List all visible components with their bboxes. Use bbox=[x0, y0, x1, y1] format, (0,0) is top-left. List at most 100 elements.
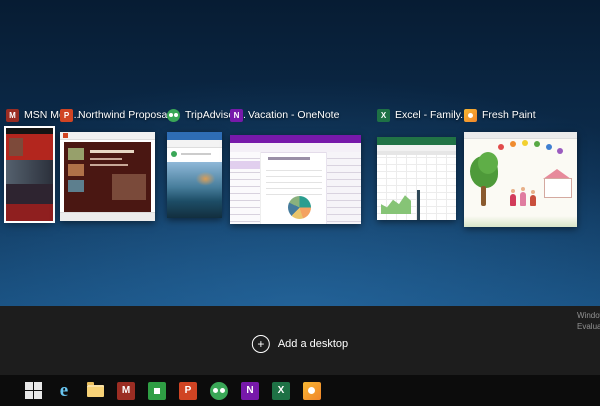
store-taskbar-icon[interactable] bbox=[146, 380, 168, 402]
icon-letter: X bbox=[381, 111, 386, 120]
onenote-taskbar-icon[interactable]: N bbox=[239, 380, 261, 402]
art-shape bbox=[90, 164, 128, 166]
excel-taskbar-icon[interactable]: X bbox=[270, 380, 292, 402]
window-thumbnail-excel[interactable] bbox=[377, 137, 456, 220]
fresh-paint-icon bbox=[464, 109, 477, 122]
tripadvisor-owl-icon bbox=[210, 382, 228, 400]
desktop-strip: + Add a desktop Windows Technical Previe… bbox=[0, 306, 600, 375]
icon-letter: P bbox=[64, 111, 69, 120]
window-label: P Northwind Proposa... bbox=[60, 108, 176, 122]
window-label: N Vacation - OneNote bbox=[230, 108, 361, 122]
art-shape bbox=[557, 148, 563, 154]
art-shape bbox=[68, 148, 84, 160]
watermark-line-1: Windows Technical Preview bbox=[577, 310, 600, 321]
art-shape bbox=[181, 153, 211, 155]
art-shape bbox=[171, 151, 177, 157]
art-shape bbox=[546, 144, 552, 150]
msn-money-tile-icon: M bbox=[117, 382, 135, 400]
art-shape bbox=[481, 186, 486, 206]
ie-icon: e bbox=[60, 381, 68, 400]
art-shape bbox=[9, 138, 23, 156]
add-desktop-label: Add a desktop bbox=[278, 338, 348, 350]
watermark: Windows Technical Preview Evaluation cop… bbox=[577, 310, 600, 332]
art-shape bbox=[510, 141, 516, 147]
art-shape bbox=[230, 161, 260, 169]
start-button[interactable] bbox=[22, 380, 44, 402]
window-title: Northwind Proposa... bbox=[78, 109, 176, 121]
file-explorer-taskbar-icon[interactable] bbox=[84, 380, 106, 402]
window-thumbnail-tripadvisor[interactable] bbox=[167, 132, 222, 218]
art-shape bbox=[522, 140, 528, 146]
plus-icon: + bbox=[252, 335, 270, 353]
window-label: X Excel - Family... bbox=[377, 108, 469, 122]
pie-chart-art bbox=[288, 196, 311, 219]
art-shape bbox=[112, 174, 146, 200]
add-desktop-button[interactable]: + Add a desktop bbox=[252, 335, 348, 353]
tripadvisor-icon bbox=[167, 109, 180, 122]
art-shape bbox=[417, 198, 420, 212]
art-shape bbox=[268, 157, 310, 160]
art-shape bbox=[377, 137, 456, 145]
window-thumbnail-msn-money[interactable] bbox=[6, 128, 53, 221]
art-shape bbox=[230, 135, 361, 143]
icon-letter: M bbox=[9, 111, 16, 120]
powerpoint-taskbar-icon[interactable]: P bbox=[177, 380, 199, 402]
window-thumbnail-onenote[interactable] bbox=[230, 135, 361, 224]
msn-money-icon: M bbox=[6, 109, 19, 122]
taskbar: e M P N X bbox=[0, 375, 600, 406]
art-shape bbox=[90, 158, 122, 160]
window-title: Fresh Paint bbox=[482, 109, 536, 121]
fresh-paint-palette-icon bbox=[303, 382, 321, 400]
art-shape bbox=[464, 132, 577, 139]
window-title: Vacation - OneNote bbox=[248, 109, 339, 121]
excel-icon: X bbox=[377, 109, 390, 122]
folder-icon bbox=[87, 385, 104, 397]
powerpoint-tile-icon: P bbox=[179, 382, 197, 400]
art-shape bbox=[60, 212, 155, 221]
house-art bbox=[544, 178, 572, 198]
onenote-tile-icon: N bbox=[241, 382, 259, 400]
art-shape bbox=[6, 204, 53, 221]
art-shape bbox=[68, 180, 84, 192]
art-shape bbox=[534, 141, 540, 147]
art-shape bbox=[63, 133, 68, 138]
fresh-paint-taskbar-icon[interactable] bbox=[301, 380, 323, 402]
task-view-window-excel: X Excel - Family... bbox=[377, 108, 469, 220]
window-label: Fresh Paint bbox=[464, 108, 577, 122]
store-icon bbox=[148, 382, 166, 400]
art-shape bbox=[90, 150, 134, 153]
internet-explorer-taskbar-icon[interactable]: e bbox=[53, 380, 75, 402]
figure-art bbox=[520, 192, 526, 206]
task-view-screen: M MSN Mon... P Northwind Proposa... bbox=[0, 0, 600, 406]
onenote-icon: N bbox=[230, 109, 243, 122]
art-shape bbox=[167, 162, 222, 218]
powerpoint-icon: P bbox=[60, 109, 73, 122]
art-shape bbox=[326, 152, 361, 224]
task-view-window-fresh-paint: Fresh Paint bbox=[464, 108, 577, 227]
watermark-line-2: Evaluation copy bbox=[577, 321, 600, 332]
tripadvisor-taskbar-icon[interactable] bbox=[208, 380, 230, 402]
art-shape bbox=[6, 160, 53, 184]
task-view-window-onenote: N Vacation - OneNote bbox=[230, 108, 361, 224]
bar-chart-art bbox=[417, 190, 451, 214]
windows-logo-icon bbox=[25, 382, 42, 399]
art-shape bbox=[417, 190, 420, 198]
art-shape bbox=[60, 132, 155, 140]
msn-money-taskbar-icon[interactable]: M bbox=[115, 380, 137, 402]
figure-art bbox=[510, 194, 516, 206]
window-thumbnail-fresh-paint[interactable] bbox=[464, 132, 577, 227]
window-title: Excel - Family... bbox=[395, 109, 469, 121]
figure-art bbox=[530, 195, 536, 206]
art-shape bbox=[498, 144, 504, 150]
art-shape bbox=[167, 140, 222, 148]
excel-tile-icon: X bbox=[272, 382, 290, 400]
art-shape bbox=[266, 165, 322, 199]
art-shape bbox=[6, 184, 53, 204]
art-shape bbox=[417, 212, 420, 220]
art-shape bbox=[464, 216, 577, 227]
icon-letter: N bbox=[234, 111, 240, 120]
art-shape bbox=[478, 152, 498, 174]
task-view-window-powerpoint: P Northwind Proposa... bbox=[60, 108, 176, 221]
art-shape bbox=[68, 164, 84, 176]
window-thumbnail-powerpoint[interactable] bbox=[60, 132, 155, 221]
